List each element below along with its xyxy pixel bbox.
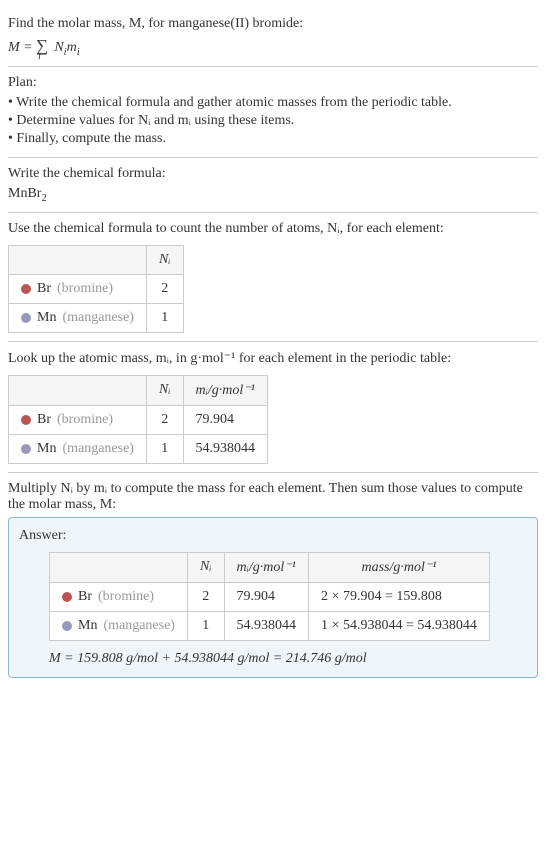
table-row: Br (bromine) 2 79.904 2 × 79.904 = 159.8… [50, 582, 490, 611]
plan-heading: Plan: [8, 75, 538, 91]
count-atoms-table: Nᵢ Br (bromine) 2 Mn (manganese) 1 [8, 245, 184, 333]
table-row: Mn (manganese) 1 [9, 303, 184, 332]
atomic-mass-table: Nᵢ mᵢ/g·mol⁻¹ Br (bromine) 2 79.904 Mn (… [8, 375, 268, 464]
element-dot-icon [62, 621, 72, 631]
count-atoms-section: Use the chemical formula to count the nu… [8, 213, 538, 342]
element-cell: Mn (manganese) [9, 303, 147, 332]
element-name: (bromine) [57, 412, 113, 428]
mi-value: 54.938044 [183, 434, 268, 463]
element-dot-icon [21, 415, 31, 425]
empty-header [9, 245, 147, 274]
element-dot-icon [21, 444, 31, 454]
table-header-row: Nᵢ mᵢ/g·mol⁻¹ mass/g·mol⁻¹ [50, 552, 490, 582]
chemical-formula-section: Write the chemical formula: MnBr2 [8, 158, 538, 213]
element-cell: Br (bromine) [50, 582, 188, 611]
ni-header: Nᵢ [146, 245, 183, 274]
element-symbol: Br [37, 412, 51, 428]
element-cell: Mn (manganese) [9, 434, 147, 463]
chemical-formula: MnBr2 [8, 186, 538, 204]
answer-box: Answer: Nᵢ mᵢ/g·mol⁻¹ mass/g·mol⁻¹ Br (b… [8, 517, 538, 678]
plan-section: Plan: • Write the chemical formula and g… [8, 67, 538, 158]
table-row: Br (bromine) 2 [9, 274, 184, 303]
compute-section: Multiply Nᵢ by mᵢ to compute the mass fo… [8, 473, 538, 686]
table-header-row: Nᵢ mᵢ/g·mol⁻¹ [9, 375, 268, 405]
element-symbol: Br [78, 589, 92, 605]
element-cell: Br (bromine) [9, 405, 147, 434]
ni-value: 1 [146, 303, 183, 332]
element-name: (manganese) [62, 310, 134, 326]
element-cell: Mn (manganese) [50, 611, 188, 640]
mi-header: mᵢ/g·mol⁻¹ [224, 552, 309, 582]
element-name: (manganese) [62, 441, 134, 457]
ni-value: 2 [187, 582, 224, 611]
element-symbol: Mn [37, 441, 56, 457]
mi-value: 54.938044 [224, 611, 309, 640]
element-dot-icon [21, 284, 31, 294]
empty-header [9, 375, 147, 405]
compute-heading: Multiply Nᵢ by mᵢ to compute the mass fo… [8, 481, 538, 513]
element-dot-icon [21, 313, 31, 323]
plan-item: • Write the chemical formula and gather … [8, 95, 538, 111]
mi-header: mᵢ/g·mol⁻¹ [183, 375, 268, 405]
mi-value: 79.904 [183, 405, 268, 434]
element-name: (bromine) [57, 281, 113, 297]
plan-item: • Finally, compute the mass. [8, 131, 538, 147]
find-molar-mass-text: Find the molar mass, M, for manganese(II… [8, 16, 538, 32]
element-symbol: Mn [37, 310, 56, 326]
atomic-mass-heading: Look up the atomic mass, mᵢ, in g·mol⁻¹ … [8, 350, 538, 367]
plan-list: • Write the chemical formula and gather … [8, 95, 538, 147]
ni-header: Nᵢ [146, 375, 183, 405]
atomic-mass-section: Look up the atomic mass, mᵢ, in g·mol⁻¹ … [8, 342, 538, 473]
molar-mass-sum: M = 159.808 g/mol + 54.938044 g/mol = 21… [49, 651, 527, 667]
ni-value: 1 [146, 434, 183, 463]
element-symbol: Mn [78, 618, 97, 634]
count-atoms-heading: Use the chemical formula to count the nu… [8, 221, 538, 237]
element-name: (manganese) [103, 618, 175, 634]
element-cell: Br (bromine) [9, 274, 147, 303]
table-row: Br (bromine) 2 79.904 [9, 405, 268, 434]
element-name: (bromine) [98, 589, 154, 605]
table-row: Mn (manganese) 1 54.938044 [9, 434, 268, 463]
write-formula-heading: Write the chemical formula: [8, 166, 538, 182]
answer-label: Answer: [19, 528, 527, 544]
molar-mass-formula: M = ∑i Nimi [8, 36, 538, 58]
plan-item: • Determine values for Nᵢ and mᵢ using t… [8, 113, 538, 129]
intro-section: Find the molar mass, M, for manganese(II… [8, 8, 538, 67]
ni-header: Nᵢ [187, 552, 224, 582]
element-dot-icon [62, 592, 72, 602]
empty-header [50, 552, 188, 582]
table-header-row: Nᵢ [9, 245, 184, 274]
mass-value: 2 × 79.904 = 159.808 [309, 582, 490, 611]
ni-value: 1 [187, 611, 224, 640]
table-row: Mn (manganese) 1 54.938044 1 × 54.938044… [50, 611, 490, 640]
answer-table: Nᵢ mᵢ/g·mol⁻¹ mass/g·mol⁻¹ Br (bromine) … [49, 552, 490, 641]
mass-header: mass/g·mol⁻¹ [309, 552, 490, 582]
mi-value: 79.904 [224, 582, 309, 611]
mass-value: 1 × 54.938044 = 54.938044 [309, 611, 490, 640]
ni-value: 2 [146, 274, 183, 303]
ni-value: 2 [146, 405, 183, 434]
element-symbol: Br [37, 281, 51, 297]
